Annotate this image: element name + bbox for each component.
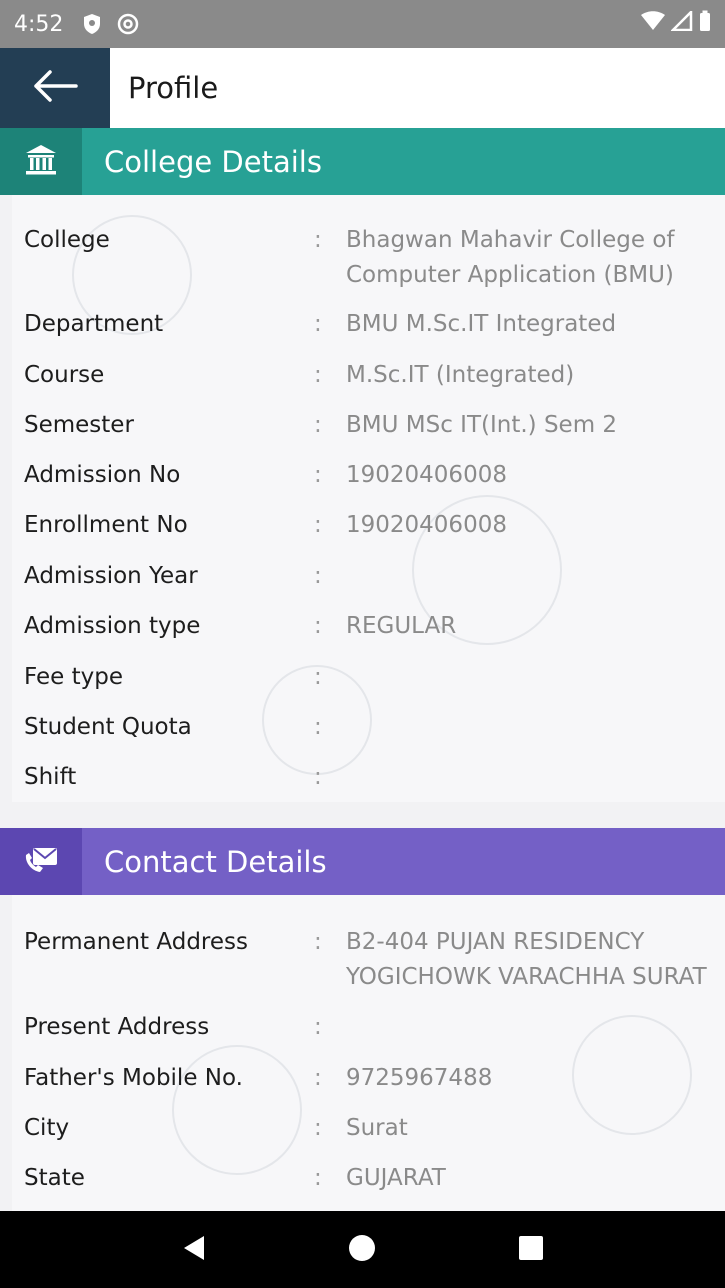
circle-home-icon: [348, 1234, 376, 1266]
status-bar: 4:52: [0, 0, 725, 48]
college-details-title: College Details: [104, 144, 322, 179]
row-value: 19020406008: [346, 462, 507, 488]
row-value: REGULAR: [346, 613, 457, 639]
contact-details-header: Contact Details: [0, 828, 725, 895]
college-icon-box: [0, 128, 82, 195]
wifi-icon: [641, 11, 665, 37]
row-label: Admission Year: [24, 563, 198, 589]
row-label: Semester: [24, 412, 134, 438]
row-label: Admission No: [24, 462, 181, 488]
row-label: State: [24, 1165, 85, 1191]
row-label: Shift: [24, 764, 77, 790]
row-label: Present Address: [24, 1014, 210, 1040]
row-colon: :: [314, 412, 322, 438]
nav-recents-button[interactable]: [501, 1220, 561, 1280]
row-value: Surat: [346, 1115, 408, 1141]
status-right-icons: [641, 8, 711, 38]
row-colon: :: [314, 929, 322, 955]
battery-icon: [699, 10, 711, 38]
row-label: Enrollment No: [24, 512, 188, 538]
contact-details-panel: Permanent Address : B2-404 PUJAN RESIDEN…: [12, 895, 725, 1211]
row-colon: :: [314, 362, 322, 388]
row-colon: :: [314, 664, 322, 690]
arrow-left-icon: [32, 69, 78, 107]
contact-icon-box: [0, 828, 82, 895]
row-colon: :: [314, 1014, 322, 1040]
row-colon: :: [314, 563, 322, 589]
row-colon: :: [314, 764, 322, 790]
phone-mail-icon: [23, 845, 59, 879]
row-value: B2-404 PUJAN RESIDENCY YOGICHOWK VARACHH…: [346, 929, 707, 990]
row-value: 9725967488: [346, 1065, 493, 1091]
signal-icon: [669, 8, 693, 37]
row-label: Permanent Address: [24, 929, 248, 955]
status-time: 4:52: [14, 11, 64, 37]
row-value: BMU MSc IT(Int.) Sem 2: [346, 412, 618, 438]
row-value: Bhagwan Mahavir College of Computer Appl…: [346, 227, 675, 288]
row-value: BMU M.Sc.IT Integrated: [346, 311, 617, 337]
row-colon: :: [314, 1165, 322, 1191]
square-recents-icon: [518, 1235, 544, 1265]
row-label: Father's Mobile No.: [24, 1065, 243, 1091]
system-nav-bar: [0, 1211, 725, 1288]
row-value: GUJARAT: [346, 1165, 446, 1191]
college-details-panel: College : Bhagwan Mahavir College of Com…: [12, 195, 725, 802]
row-colon: :: [314, 462, 322, 488]
contact-details-title: Contact Details: [104, 844, 327, 879]
row-label: College: [24, 227, 110, 253]
bank-building-icon: [24, 143, 58, 181]
row-label: Fee type: [24, 664, 123, 690]
at-sign-icon: [117, 13, 139, 35]
row-colon: :: [314, 714, 322, 740]
shield-icon: [81, 13, 103, 35]
row-value: 19020406008: [346, 512, 507, 538]
row-label: Admission type: [24, 613, 201, 639]
row-colon: :: [314, 311, 322, 337]
row-label: Course: [24, 362, 105, 388]
row-label: City: [24, 1115, 70, 1141]
row-colon: :: [314, 512, 322, 538]
app-bar: Profile: [0, 48, 725, 128]
back-button[interactable]: [0, 48, 110, 128]
college-details-header: College Details: [0, 128, 725, 195]
page-title: Profile: [128, 71, 219, 105]
row-colon: :: [314, 227, 322, 253]
row-label: Department: [24, 311, 164, 337]
triangle-back-icon: [182, 1234, 206, 1266]
row-colon: :: [314, 1065, 322, 1091]
row-label: Student Quota: [24, 714, 192, 740]
row-colon: :: [314, 1115, 322, 1141]
row-colon: :: [314, 613, 322, 639]
row-value: M.Sc.IT (Integrated): [346, 362, 575, 388]
nav-home-button[interactable]: [332, 1220, 392, 1280]
nav-back-button[interactable]: [164, 1220, 224, 1280]
